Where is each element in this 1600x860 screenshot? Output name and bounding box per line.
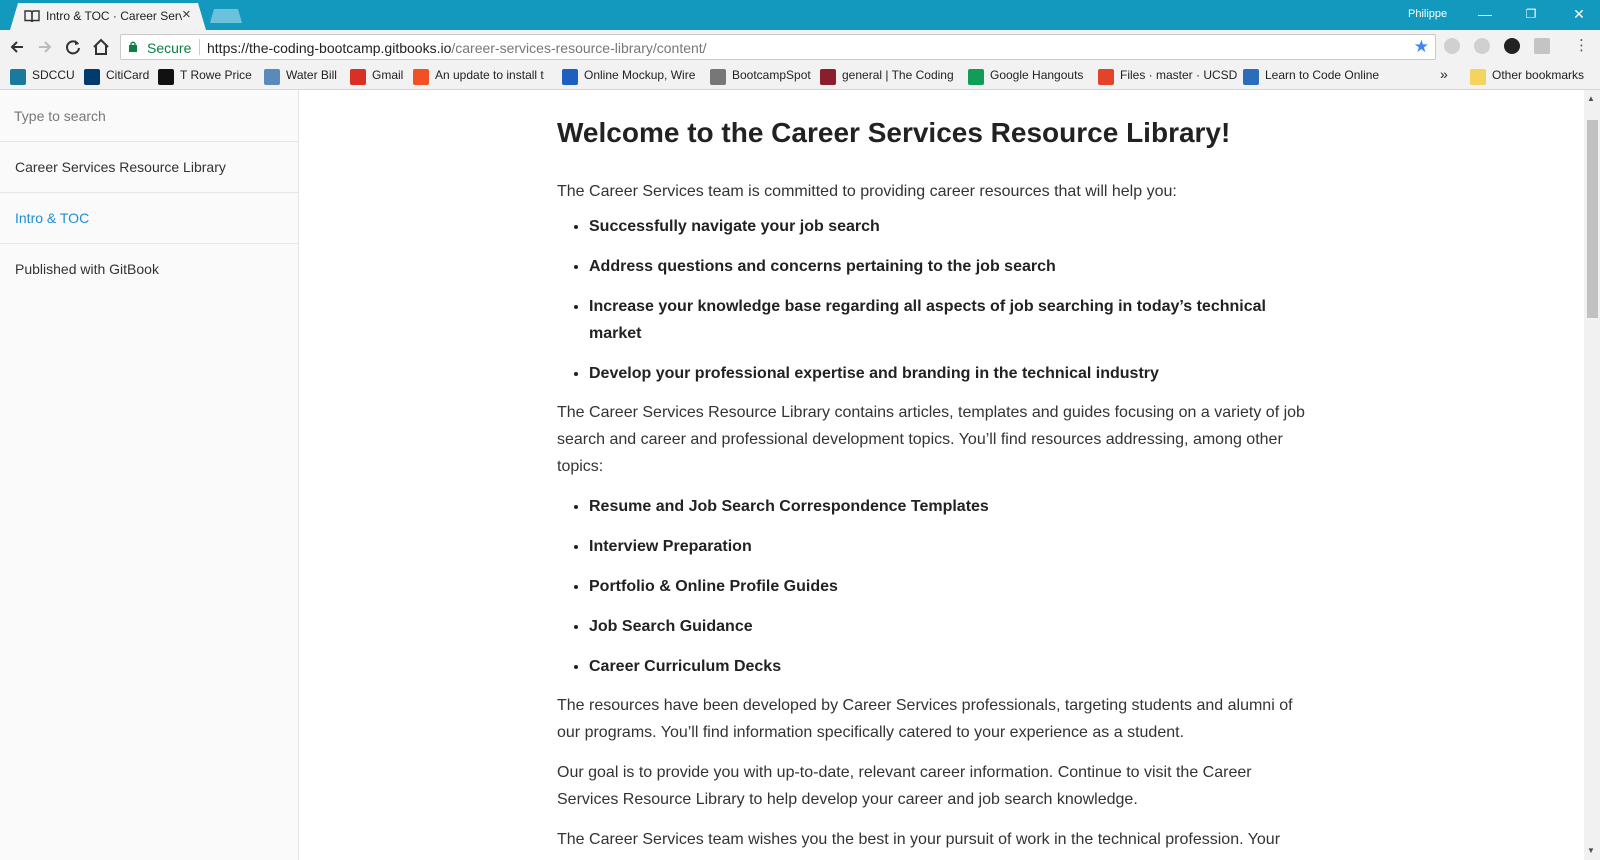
code-icon bbox=[1243, 69, 1259, 85]
sdccu-icon bbox=[10, 69, 26, 85]
bookmark-item[interactable]: Water Bill bbox=[286, 68, 356, 86]
address-separator bbox=[199, 39, 200, 55]
list-item: Develop your professional expertise and … bbox=[589, 360, 1317, 387]
url-text[interactable]: https://the-coding-bootcamp.gitbooks.io/… bbox=[207, 40, 707, 56]
topics-list: Resume and Job Search Correspondence Tem… bbox=[557, 493, 1317, 680]
bookmark-item[interactable]: general | The Coding bbox=[842, 68, 972, 86]
sidebar-item-intro-toc[interactable]: Intro & TOC bbox=[0, 193, 298, 244]
address-bar[interactable]: Secure https://the-coding-bootcamp.gitbo… bbox=[120, 34, 1436, 60]
back-arrow-icon[interactable] bbox=[6, 36, 28, 58]
bookmark-item[interactable]: SDCCU bbox=[32, 68, 88, 86]
bookmarks-bar: SDCCU CitiCard T Rowe Price Water Bill Gmail… bbox=[0, 63, 1600, 90]
window-titlebar: Intro & TOC · Career Services × Philippe… bbox=[0, 0, 1600, 30]
folder-icon bbox=[1470, 69, 1486, 85]
new-tab-button[interactable] bbox=[210, 9, 242, 23]
dark-extension-icon[interactable] bbox=[1504, 38, 1520, 54]
extension-icon[interactable] bbox=[1444, 38, 1460, 54]
bookmark-item[interactable]: Online Mockup, Wire bbox=[584, 68, 714, 86]
bookmark-item[interactable]: BootcampSpot bbox=[732, 68, 828, 86]
hangouts-icon bbox=[968, 69, 984, 85]
scroll-up-icon[interactable]: ▲ bbox=[1587, 94, 1595, 103]
sidebar-item-published-gitbook[interactable]: Published with GitBook bbox=[0, 244, 298, 295]
list-item: Interview Preparation bbox=[589, 533, 1317, 560]
list-item: Career Curriculum Decks bbox=[589, 653, 1317, 680]
trowe-icon bbox=[158, 69, 174, 85]
page-icon bbox=[710, 69, 726, 85]
tab-title: Intro & TOC · Career Services bbox=[46, 9, 182, 23]
list-item: Resume and Job Search Correspondence Tem… bbox=[589, 493, 1317, 520]
page-extension-icon[interactable] bbox=[1534, 38, 1550, 54]
bookmark-item[interactable]: T Rowe Price bbox=[180, 68, 270, 86]
url-host: https://the-coding-bootcamp.gitbooks.io bbox=[207, 40, 452, 56]
water-icon bbox=[264, 69, 280, 85]
windows-icon bbox=[413, 69, 429, 85]
bookmark-item[interactable]: An update to install t bbox=[435, 68, 567, 86]
list-item: Address questions and concerns pertainin… bbox=[589, 253, 1317, 280]
citi-icon bbox=[84, 69, 100, 85]
goals-list: Successfully navigate your job search Ad… bbox=[557, 213, 1317, 387]
lock-icon bbox=[129, 41, 137, 52]
minimize-button[interactable]: — bbox=[1470, 4, 1500, 24]
browser-tab[interactable]: Intro & TOC · Career Services × bbox=[10, 3, 206, 30]
book-icon bbox=[24, 10, 40, 23]
cloud-extension-icon[interactable] bbox=[1474, 38, 1490, 54]
goal-paragraph: Our goal is to provide you with up-to-da… bbox=[557, 764, 1252, 808]
list-item: Job Search Guidance bbox=[589, 613, 1317, 640]
close-window-button[interactable]: ✕ bbox=[1564, 4, 1594, 24]
sidebar: Career Services Resource Library Intro &… bbox=[0, 90, 299, 860]
list-item: Increase your knowledge base regarding a… bbox=[589, 293, 1317, 347]
list-item: Successfully navigate your job search bbox=[589, 213, 1317, 240]
scrollbar-thumb[interactable] bbox=[1587, 120, 1598, 318]
url-path: /career-services-resource-library/conten… bbox=[451, 40, 707, 56]
bookmark-item[interactable]: Gmail bbox=[372, 68, 414, 86]
bookmarks-overflow-icon[interactable]: » bbox=[1440, 66, 1448, 84]
slack-icon bbox=[820, 69, 836, 85]
reload-icon[interactable] bbox=[62, 36, 84, 58]
page-title: Welcome to the Career Services Resource … bbox=[557, 117, 1231, 148]
browser-toolbar: Secure https://the-coding-bootcamp.gitbo… bbox=[0, 30, 1600, 63]
sidebar-item-library[interactable]: Career Services Resource Library bbox=[0, 142, 298, 193]
restore-button[interactable]: ❐ bbox=[1516, 4, 1546, 24]
profile-name[interactable]: Philippe bbox=[1408, 8, 1447, 20]
developed-paragraph: The resources have been developed by Car… bbox=[557, 697, 1293, 741]
list-item: Portfolio & Online Profile Guides bbox=[589, 573, 1317, 600]
main-content: Welcome to the Career Services Resource … bbox=[299, 90, 1584, 860]
mockup-icon bbox=[562, 69, 578, 85]
bookmark-item[interactable]: Learn to Code Online bbox=[1265, 68, 1399, 86]
secure-label: Secure bbox=[147, 40, 192, 56]
tab-close-icon[interactable]: × bbox=[182, 6, 191, 24]
intro-paragraph: The Career Services team is committed to… bbox=[557, 183, 1177, 200]
library-paragraph: The Career Services Resource Library con… bbox=[557, 404, 1305, 475]
gmail-icon bbox=[350, 69, 366, 85]
home-icon[interactable] bbox=[90, 36, 112, 58]
bookmark-star-icon[interactable]: ★ bbox=[1414, 37, 1429, 57]
gitlab-icon bbox=[1098, 69, 1114, 85]
menu-kebab-icon[interactable]: ⋮ bbox=[1574, 36, 1589, 54]
scroll-down-icon[interactable]: ▼ bbox=[1587, 846, 1595, 855]
vertical-scrollbar[interactable]: ▲ ▼ bbox=[1584, 90, 1600, 860]
forward-arrow-icon[interactable] bbox=[34, 36, 56, 58]
article: Welcome to the Career Services Resource … bbox=[557, 90, 1317, 853]
bookmark-item[interactable]: Google Hangouts bbox=[990, 68, 1100, 86]
closing-paragraph: The Career Services team wishes you the … bbox=[557, 831, 1281, 848]
other-bookmarks[interactable]: Other bookmarks bbox=[1492, 68, 1584, 86]
search-input[interactable] bbox=[0, 90, 298, 142]
bookmark-item[interactable]: Files · master · UCSD bbox=[1120, 68, 1248, 86]
